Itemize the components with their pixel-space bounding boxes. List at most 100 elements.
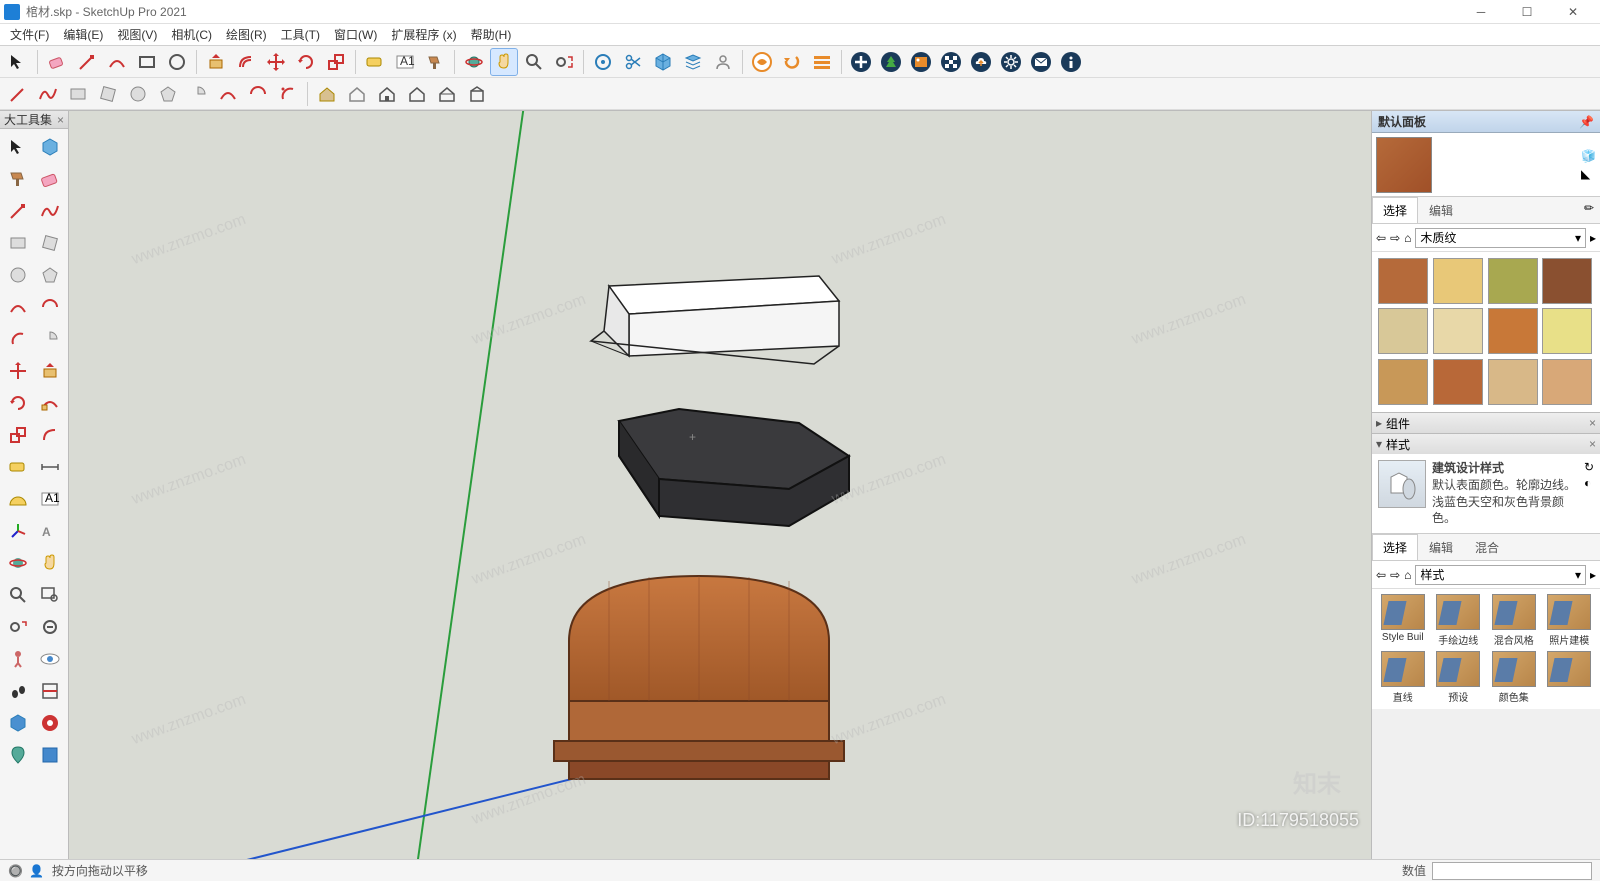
nav-home-icon[interactable]: ⌂ <box>1404 568 1411 582</box>
lt-circle[interactable] <box>3 260 33 290</box>
lt-zoom[interactable] <box>3 580 33 610</box>
menu-view[interactable]: 视图(V) <box>111 24 163 45</box>
plugin-enscape-icon[interactable] <box>748 48 776 76</box>
tray-pin-icon[interactable]: 📌 <box>1579 115 1594 129</box>
nav-home-icon[interactable]: ⌂ <box>1404 231 1411 245</box>
menu-edit[interactable]: 编辑(E) <box>57 24 109 45</box>
menu-file[interactable]: 文件(F) <box>4 24 55 45</box>
style-update-icon[interactable]: ↻ <box>1584 460 1594 474</box>
lt-paint[interactable] <box>3 164 33 194</box>
lt-rotate[interactable] <box>3 388 33 418</box>
material-swatch-8[interactable] <box>1378 359 1428 405</box>
menu-extensions[interactable]: 扩展程序 (x) <box>385 24 462 45</box>
lt-zoom-window[interactable] <box>35 580 65 610</box>
text-tool[interactable]: A1 <box>391 48 419 76</box>
nav-back-icon[interactable]: ⇦ <box>1376 568 1386 582</box>
style-item-4[interactable]: 直线 <box>1377 651 1429 704</box>
style-thumbnail[interactable] <box>1378 460 1426 508</box>
nav-menu-icon[interactable]: ▸ <box>1590 568 1596 582</box>
rectangle-tool[interactable] <box>133 48 161 76</box>
shape-pie-icon[interactable] <box>184 80 212 108</box>
material-swatch-6[interactable] <box>1488 308 1538 354</box>
house-alt2-icon[interactable] <box>433 80 461 108</box>
lt-pie[interactable] <box>35 324 65 354</box>
components-header[interactable]: ▸ 组件 × <box>1372 413 1600 433</box>
lt-look-around[interactable] <box>35 644 65 674</box>
lt-arc3[interactable] <box>3 324 33 354</box>
nav-menu-icon[interactable]: ▸ <box>1590 231 1596 245</box>
section-close-icon[interactable]: × <box>1589 416 1596 430</box>
nav-fwd-icon[interactable]: ⇨ <box>1390 568 1400 582</box>
style-item-7[interactable] <box>1544 651 1596 704</box>
house-alt1-icon[interactable] <box>403 80 431 108</box>
menu-camera[interactable]: 相机(C) <box>165 24 218 45</box>
nav-fwd-icon[interactable]: ⇨ <box>1390 231 1400 245</box>
material-swatch-7[interactable] <box>1542 308 1592 354</box>
shape-circle-icon[interactable] <box>124 80 152 108</box>
select-tool[interactable] <box>4 48 32 76</box>
lt-move[interactable] <box>3 356 33 386</box>
plugin-cloud-icon[interactable] <box>967 48 995 76</box>
style-category-select[interactable]: 样式 ▾ <box>1415 565 1586 585</box>
style-tab-select[interactable]: 选择 <box>1372 534 1418 560</box>
style-item-2[interactable]: 混合风格 <box>1488 594 1540 647</box>
lt-prev-view[interactable] <box>35 612 65 642</box>
lt-arc[interactable] <box>3 292 33 322</box>
lt-model-info[interactable] <box>35 740 65 770</box>
pushpull-tool[interactable] <box>202 48 230 76</box>
lt-rect[interactable] <box>3 228 33 258</box>
ext-scissors-icon[interactable] <box>619 48 647 76</box>
style-item-1[interactable]: 手绘边线 <box>1433 594 1485 647</box>
menu-tools[interactable]: 工具(T) <box>275 24 326 45</box>
lt-dimension[interactable] <box>35 452 65 482</box>
lt-pan[interactable] <box>35 548 65 578</box>
style-tab-edit[interactable]: 编辑 <box>1418 534 1464 560</box>
toolset-close-icon[interactable]: × <box>57 113 64 127</box>
material-swatch-0[interactable] <box>1378 258 1428 304</box>
material-swatch-11[interactable] <box>1542 359 1592 405</box>
plugin-menu-icon[interactable] <box>808 48 836 76</box>
style-item-0[interactable]: Style Buil <box>1377 594 1429 647</box>
scale-tool[interactable] <box>322 48 350 76</box>
tape-tool[interactable] <box>361 48 389 76</box>
lt-text[interactable]: A1 <box>35 484 65 514</box>
material-category-select[interactable]: 木质纹 ▾ <box>1415 228 1586 248</box>
lt-freehand[interactable] <box>35 196 65 226</box>
menu-window[interactable]: 窗口(W) <box>328 24 383 45</box>
ext-gear-icon[interactable] <box>589 48 617 76</box>
lt-position-camera[interactable] <box>3 644 33 674</box>
lt-walk[interactable] <box>3 676 33 706</box>
shape-polygon-icon[interactable] <box>154 80 182 108</box>
styles-header[interactable]: ▾ 样式 × <box>1372 434 1600 454</box>
menu-draw[interactable]: 绘图(R) <box>220 24 273 45</box>
nav-back-icon[interactable]: ⇦ <box>1376 231 1386 245</box>
close-button[interactable]: ✕ <box>1550 0 1596 24</box>
lt-polygon[interactable] <box>35 260 65 290</box>
mat-tab-edit[interactable]: 编辑 <box>1418 197 1464 223</box>
shape-rotrect-icon[interactable] <box>94 80 122 108</box>
profile-icon[interactable]: 👤 <box>29 864 44 878</box>
material-swatch-3[interactable] <box>1542 258 1592 304</box>
house-new-icon[interactable] <box>313 80 341 108</box>
arc-center-icon[interactable] <box>274 80 302 108</box>
plugin-mail-icon[interactable] <box>1027 48 1055 76</box>
pan-tool[interactable] <box>490 48 518 76</box>
shape-rect-icon[interactable] <box>64 80 92 108</box>
offset-tool[interactable] <box>232 48 260 76</box>
lt-offset[interactable] <box>35 420 65 450</box>
lt-axes[interactable] <box>3 516 33 546</box>
move-tool[interactable] <box>262 48 290 76</box>
curve-icon[interactable] <box>34 80 62 108</box>
arc-3pt-icon[interactable] <box>244 80 272 108</box>
material-swatch-2[interactable] <box>1488 258 1538 304</box>
lt-tape[interactable] <box>3 452 33 482</box>
lt-component[interactable] <box>35 132 65 162</box>
plugin-image-icon[interactable] <box>907 48 935 76</box>
material-default-icon[interactable]: ◣ <box>1581 167 1596 181</box>
lt-select[interactable] <box>3 132 33 162</box>
orbit-tool[interactable] <box>460 48 488 76</box>
lt-rotrect[interactable] <box>35 228 65 258</box>
line-tool[interactable] <box>73 48 101 76</box>
plugin-add-icon[interactable] <box>847 48 875 76</box>
lt-scale[interactable] <box>3 420 33 450</box>
